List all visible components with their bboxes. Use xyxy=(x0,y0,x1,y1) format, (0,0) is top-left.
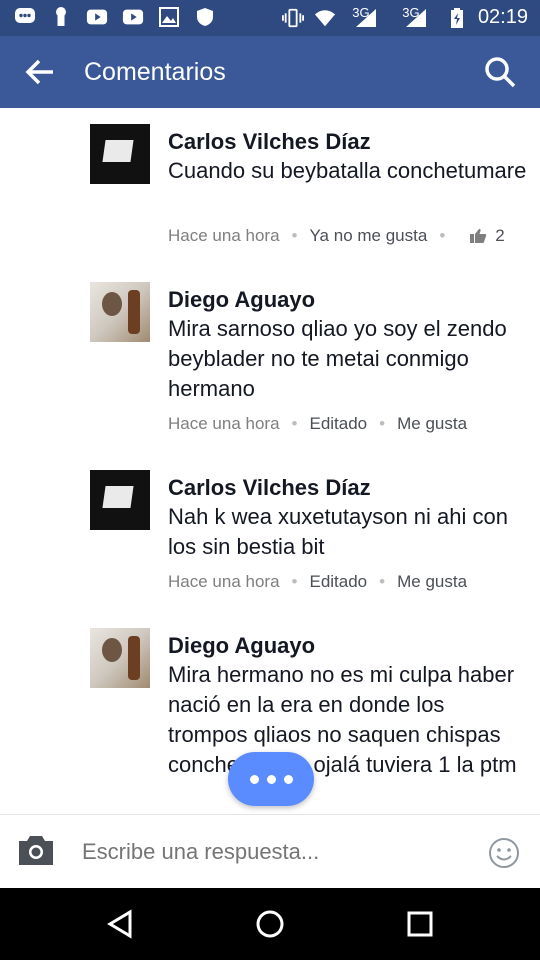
youtube-icon xyxy=(86,6,108,28)
comment-author[interactable]: Diego Aguayo xyxy=(168,287,315,313)
comment-text: Nah k wea xuxetutayson ni ahi con los si… xyxy=(168,504,508,559)
clock: 02:19 xyxy=(477,6,528,28)
edited-label[interactable]: Editado xyxy=(309,414,367,434)
dot-icon xyxy=(266,774,276,784)
smiley-icon[interactable] xyxy=(488,837,520,869)
image-icon xyxy=(158,6,180,28)
network-type-label: 3G xyxy=(402,5,420,20)
avatar[interactable] xyxy=(90,628,150,688)
vibrate-icon xyxy=(281,7,304,29)
thumbs-up-icon xyxy=(469,228,487,244)
comment-meta: Hace una hora • Editado • Me gusta xyxy=(168,414,467,434)
page-title: Comentarios xyxy=(84,58,226,86)
shield-icon xyxy=(194,6,216,28)
comment-author[interactable]: Carlos Vilches Díaz xyxy=(168,129,371,155)
avatar[interactable] xyxy=(90,282,150,342)
comment-meta: Hace una hora • Ya no me gusta • 2 xyxy=(168,226,505,246)
network-type-label: 3G xyxy=(352,5,370,20)
dot-icon xyxy=(283,774,293,784)
separator: • xyxy=(439,226,446,245)
signal-icon: 3G xyxy=(346,5,386,29)
status-bar: 3G 3G 02:19 xyxy=(0,0,540,36)
comment-time: Hace una hora xyxy=(168,572,280,591)
separator: • xyxy=(291,572,298,591)
dot-icon xyxy=(249,774,259,784)
separator: • xyxy=(379,572,386,591)
comment-time: Hace una hora xyxy=(168,414,280,433)
unlike-link[interactable]: Ya no me gusta xyxy=(309,226,427,246)
edited-label[interactable]: Editado xyxy=(309,572,367,592)
home-circle-icon[interactable] xyxy=(252,906,288,942)
reply-input[interactable] xyxy=(80,833,474,871)
reply-composer xyxy=(0,814,540,889)
search-icon[interactable] xyxy=(482,54,518,90)
recents-square-icon[interactable] xyxy=(402,906,438,942)
like-link[interactable]: Me gusta xyxy=(397,414,467,434)
separator: • xyxy=(291,226,298,245)
more-bubble-button[interactable] xyxy=(228,752,314,806)
like-link[interactable]: Me gusta xyxy=(397,572,467,592)
separator: • xyxy=(379,414,386,433)
comment-author[interactable]: Carlos Vilches Díaz xyxy=(168,475,371,501)
comment-author[interactable]: Diego Aguayo xyxy=(168,633,315,659)
comment-text: Mira sarnoso qliao yo soy el zendo beybl… xyxy=(168,316,507,401)
wifi-icon xyxy=(314,7,336,29)
back-arrow-icon[interactable] xyxy=(22,54,58,90)
comment-text: Cuando su beybatalla conchetumare xyxy=(168,158,527,183)
youtube-icon xyxy=(122,6,144,28)
keyhole-icon xyxy=(50,6,72,28)
back-triangle-icon[interactable] xyxy=(102,906,138,942)
like-count: 2 xyxy=(495,226,505,245)
battery-charging-icon xyxy=(446,7,468,29)
avatar[interactable] xyxy=(90,470,150,530)
messenger-icon xyxy=(14,6,36,28)
avatar[interactable] xyxy=(90,124,150,184)
comment-list: Carlos Vilches Díaz Cuando su beybatalla… xyxy=(0,108,540,814)
comment-text: Mira hermano no es mi culpa haber nació … xyxy=(168,662,517,777)
system-nav-bar xyxy=(0,888,540,960)
app-bar: Comentarios xyxy=(0,36,540,108)
signal-icon: 3G xyxy=(396,5,436,29)
comment-meta: Hace una hora • Editado • Me gusta xyxy=(168,572,467,592)
separator: • xyxy=(291,414,298,433)
camera-icon[interactable] xyxy=(16,833,56,869)
comment-time: Hace una hora xyxy=(168,226,280,245)
